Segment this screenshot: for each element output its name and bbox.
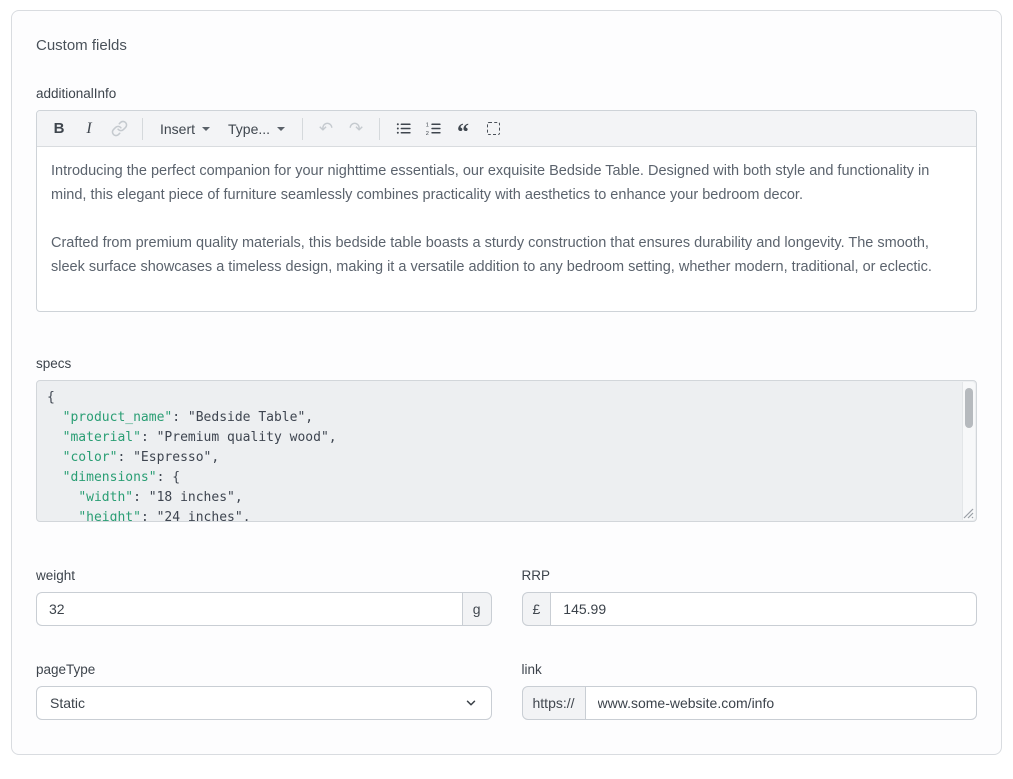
additionalinfo-label: additionalInfo	[36, 86, 977, 101]
toolbar-divider	[142, 118, 143, 140]
currency-addon: £	[522, 592, 552, 626]
link-input[interactable]	[586, 686, 977, 720]
specs-textarea[interactable]: { "product_name": "Bedside Table", "mate…	[36, 380, 977, 522]
rte-toolbar: B I Insert Type...	[37, 111, 976, 147]
specs-label: specs	[36, 356, 977, 371]
undo-button[interactable]: ↶	[312, 115, 340, 143]
link-icon	[111, 120, 128, 137]
svg-text:1: 1	[425, 122, 428, 128]
italic-button[interactable]: I	[75, 115, 103, 143]
weight-rrp-row: weight g RRP £	[36, 568, 977, 626]
redo-icon: ↷	[349, 120, 363, 137]
bullet-list-button[interactable]	[389, 115, 417, 143]
redo-button[interactable]: ↷	[342, 115, 370, 143]
rrp-field: RRP £	[522, 568, 978, 626]
toolbar-divider	[379, 118, 380, 140]
rrp-input[interactable]	[551, 592, 977, 626]
link-label: link	[522, 662, 978, 677]
additionalinfo-field: additionalInfo B I Insert	[36, 86, 977, 312]
rrp-label: RRP	[522, 568, 978, 583]
type-dropdown[interactable]: Type...	[220, 115, 293, 143]
editor-paragraph: Introducing the perfect companion for yo…	[51, 159, 962, 207]
specs-code-line: {	[47, 388, 952, 408]
pagetype-field: pageType Static	[36, 662, 492, 720]
blocks-button[interactable]	[479, 115, 507, 143]
specs-code-line: "height": "24 inches",	[47, 508, 952, 522]
toolbar-divider	[302, 118, 303, 140]
link-field: link https://	[522, 662, 978, 720]
numbered-list-button[interactable]: 1 2	[419, 115, 447, 143]
blockquote-icon: “	[457, 129, 469, 139]
link-input-group: https://	[522, 686, 978, 720]
specs-scrollbar	[962, 382, 975, 520]
weight-field: weight g	[36, 568, 492, 626]
scrollbar-thumb[interactable]	[965, 388, 973, 428]
pagetype-selected-value: Static	[50, 695, 85, 711]
insert-dropdown[interactable]: Insert	[152, 115, 218, 143]
bullet-list-icon	[395, 120, 412, 137]
rich-text-editor: B I Insert Type...	[36, 110, 977, 312]
chevron-down-icon	[277, 127, 285, 131]
weight-label: weight	[36, 568, 492, 583]
undo-icon: ↶	[319, 120, 333, 137]
chevron-down-icon	[464, 696, 478, 710]
svg-text:2: 2	[425, 131, 428, 137]
type-dropdown-label: Type...	[228, 121, 270, 137]
blockquote-button[interactable]: “	[449, 115, 477, 143]
editor-paragraph: Crafted from premium quality materials, …	[51, 231, 962, 279]
bold-button[interactable]: B	[45, 115, 73, 143]
resize-grip-icon[interactable]	[963, 508, 974, 519]
chevron-down-icon	[202, 127, 210, 131]
custom-fields-card: Custom fields additionalInfo B I Inse	[11, 10, 1002, 755]
show-blocks-icon	[487, 122, 500, 135]
specs-code-line: "width": "18 inches",	[47, 488, 952, 508]
rrp-input-group: £	[522, 592, 978, 626]
link-button[interactable]	[105, 115, 133, 143]
weight-input[interactable]	[36, 592, 462, 626]
specs-code: { "product_name": "Bedside Table", "mate…	[37, 381, 976, 522]
pagetype-label: pageType	[36, 662, 492, 677]
specs-code-line: "material": "Premium quality wood",	[47, 428, 952, 448]
weight-input-group: g	[36, 592, 492, 626]
specs-code-line: "product_name": "Bedside Table",	[47, 408, 952, 428]
card-title: Custom fields	[36, 37, 977, 54]
weight-unit-addon: g	[462, 592, 492, 626]
insert-dropdown-label: Insert	[160, 121, 195, 137]
specs-code-line: "dimensions": {	[47, 468, 952, 488]
specs-code-line: "color": "Espresso",	[47, 448, 952, 468]
rte-content[interactable]: Introducing the perfect companion for yo…	[37, 147, 976, 311]
protocol-addon: https://	[522, 686, 586, 720]
pagetype-link-row: pageType Static link https://	[36, 662, 977, 720]
numbered-list-icon: 1 2	[425, 120, 442, 137]
pagetype-select[interactable]: Static	[36, 686, 492, 720]
specs-field: specs { "product_name": "Bedside Table",…	[36, 356, 977, 522]
